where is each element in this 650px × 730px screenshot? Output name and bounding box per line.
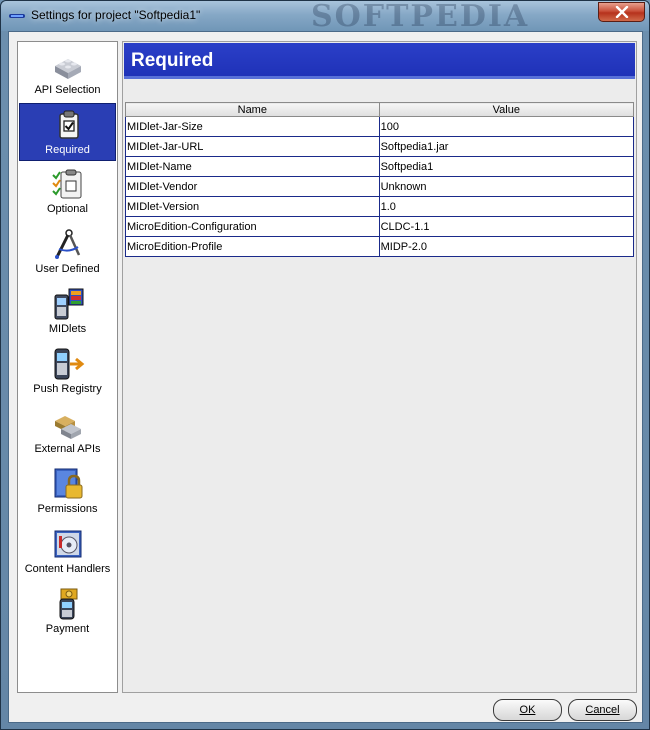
clipboard-check-icon (59, 110, 79, 139)
cancel-button[interactable]: Cancel (568, 699, 637, 721)
lock-icon (54, 468, 83, 499)
property-value-cell[interactable]: 1.0 (378, 196, 635, 217)
sidebar-item-api-selection[interactable]: API Selection (19, 44, 116, 102)
table-row[interactable]: MicroEdition-Configuration CLDC-1.1 (125, 216, 635, 237)
property-value-cell[interactable]: MIDP-2.0 (378, 236, 635, 257)
property-value-cell[interactable]: CLDC-1.1 (378, 216, 635, 237)
sidebar-item-label: API Selection (34, 84, 101, 96)
phone-push-icon (54, 348, 85, 380)
sidebar-item-label: User Defined (35, 263, 100, 275)
compass-icon (55, 229, 81, 259)
phone-coin-icon (59, 588, 78, 620)
sidebar-item-midlets[interactable]: MIDlets (19, 283, 116, 341)
table-row[interactable]: MIDlet-Vendor Unknown (125, 176, 635, 197)
sidebar-item-label: Push Registry (33, 383, 102, 395)
dialog-body: API Selection Required Optional User Def… (8, 31, 643, 723)
sidebar-item-label: Permissions (37, 503, 98, 515)
close-button[interactable] (598, 2, 645, 22)
sidebar-item-label: Required (45, 144, 90, 156)
sidebar-item-permissions[interactable]: Permissions (19, 463, 116, 521)
property-name-cell[interactable]: MicroEdition-Configuration (125, 216, 380, 237)
table-row[interactable]: MIDlet-Jar-URL Softpedia1.jar (125, 136, 635, 157)
ok-button[interactable]: OK (493, 699, 562, 721)
property-value-cell[interactable]: 100 (378, 116, 635, 137)
sidebar-item-content-handlers[interactable]: Content Handlers (19, 523, 116, 581)
property-name-cell[interactable]: MIDlet-Jar-Size (125, 116, 380, 137)
sidebar-item-payment[interactable]: Payment (19, 583, 116, 641)
property-name-cell[interactable]: MIDlet-Version (125, 196, 380, 217)
properties-table: Name Value MIDlet-Jar-Size 100 MIDlet-Ja… (125, 102, 635, 257)
section-banner: Required (124, 43, 635, 79)
section-title: Required (131, 50, 214, 71)
settings-window: SOFTPEDIA Settings for project "Softpedi… (0, 0, 650, 730)
title-watermark: SOFTPEDIA (311, 0, 530, 34)
property-value-cell[interactable]: Softpedia1 (378, 156, 635, 177)
settings-panel: Required Name Value MIDlet-Jar-Size 100 … (122, 41, 637, 693)
property-value-cell[interactable]: Softpedia1.jar (378, 136, 635, 157)
app-icon (9, 14, 25, 18)
window-title: Settings for project "Softpedia1" (31, 8, 201, 22)
property-name-cell[interactable]: MicroEdition-Profile (125, 236, 380, 257)
close-icon (615, 6, 628, 18)
column-header-name[interactable]: Name (125, 102, 380, 117)
sidebar-item-label: Content Handlers (24, 563, 111, 575)
sidebar-item-label: Optional (47, 203, 88, 215)
property-name-cell[interactable]: MIDlet-Vendor (125, 176, 380, 197)
phone-app-icon (54, 288, 84, 320)
disc-icon (54, 530, 82, 558)
api-blocks-icon (55, 59, 81, 79)
column-header-value[interactable]: Value (378, 102, 635, 117)
property-name-cell[interactable]: MIDlet-Name (125, 156, 380, 177)
title-bar[interactable]: SOFTPEDIA Settings for project "Softpedi… (1, 0, 649, 34)
external-blocks-icon (55, 416, 81, 439)
sidebar-item-label: External APIs (34, 443, 101, 455)
sidebar-item-label: MIDlets (48, 323, 87, 335)
sidebar-item-external-apis[interactable]: External APIs (19, 403, 116, 461)
sidebar-item-label: Payment (45, 623, 90, 635)
category-sidebar: API Selection Required Optional User Def… (17, 41, 118, 693)
sidebar-item-optional[interactable]: Optional (19, 163, 116, 221)
table-header-row: Name Value (125, 102, 635, 117)
table-row[interactable]: MIDlet-Name Softpedia1 (125, 156, 635, 177)
checklist-icon (52, 169, 82, 199)
sidebar-item-push-registry[interactable]: Push Registry (19, 343, 116, 401)
table-row[interactable]: MIDlet-Jar-Size 100 (125, 116, 635, 137)
property-name-cell[interactable]: MIDlet-Jar-URL (125, 136, 380, 157)
sidebar-item-required[interactable]: Required (19, 103, 116, 161)
sidebar-item-user-defined[interactable]: User Defined (19, 223, 116, 281)
table-row[interactable]: MIDlet-Version 1.0 (125, 196, 635, 217)
property-value-cell[interactable]: Unknown (378, 176, 635, 197)
table-row[interactable]: MicroEdition-Profile MIDP-2.0 (125, 236, 635, 257)
